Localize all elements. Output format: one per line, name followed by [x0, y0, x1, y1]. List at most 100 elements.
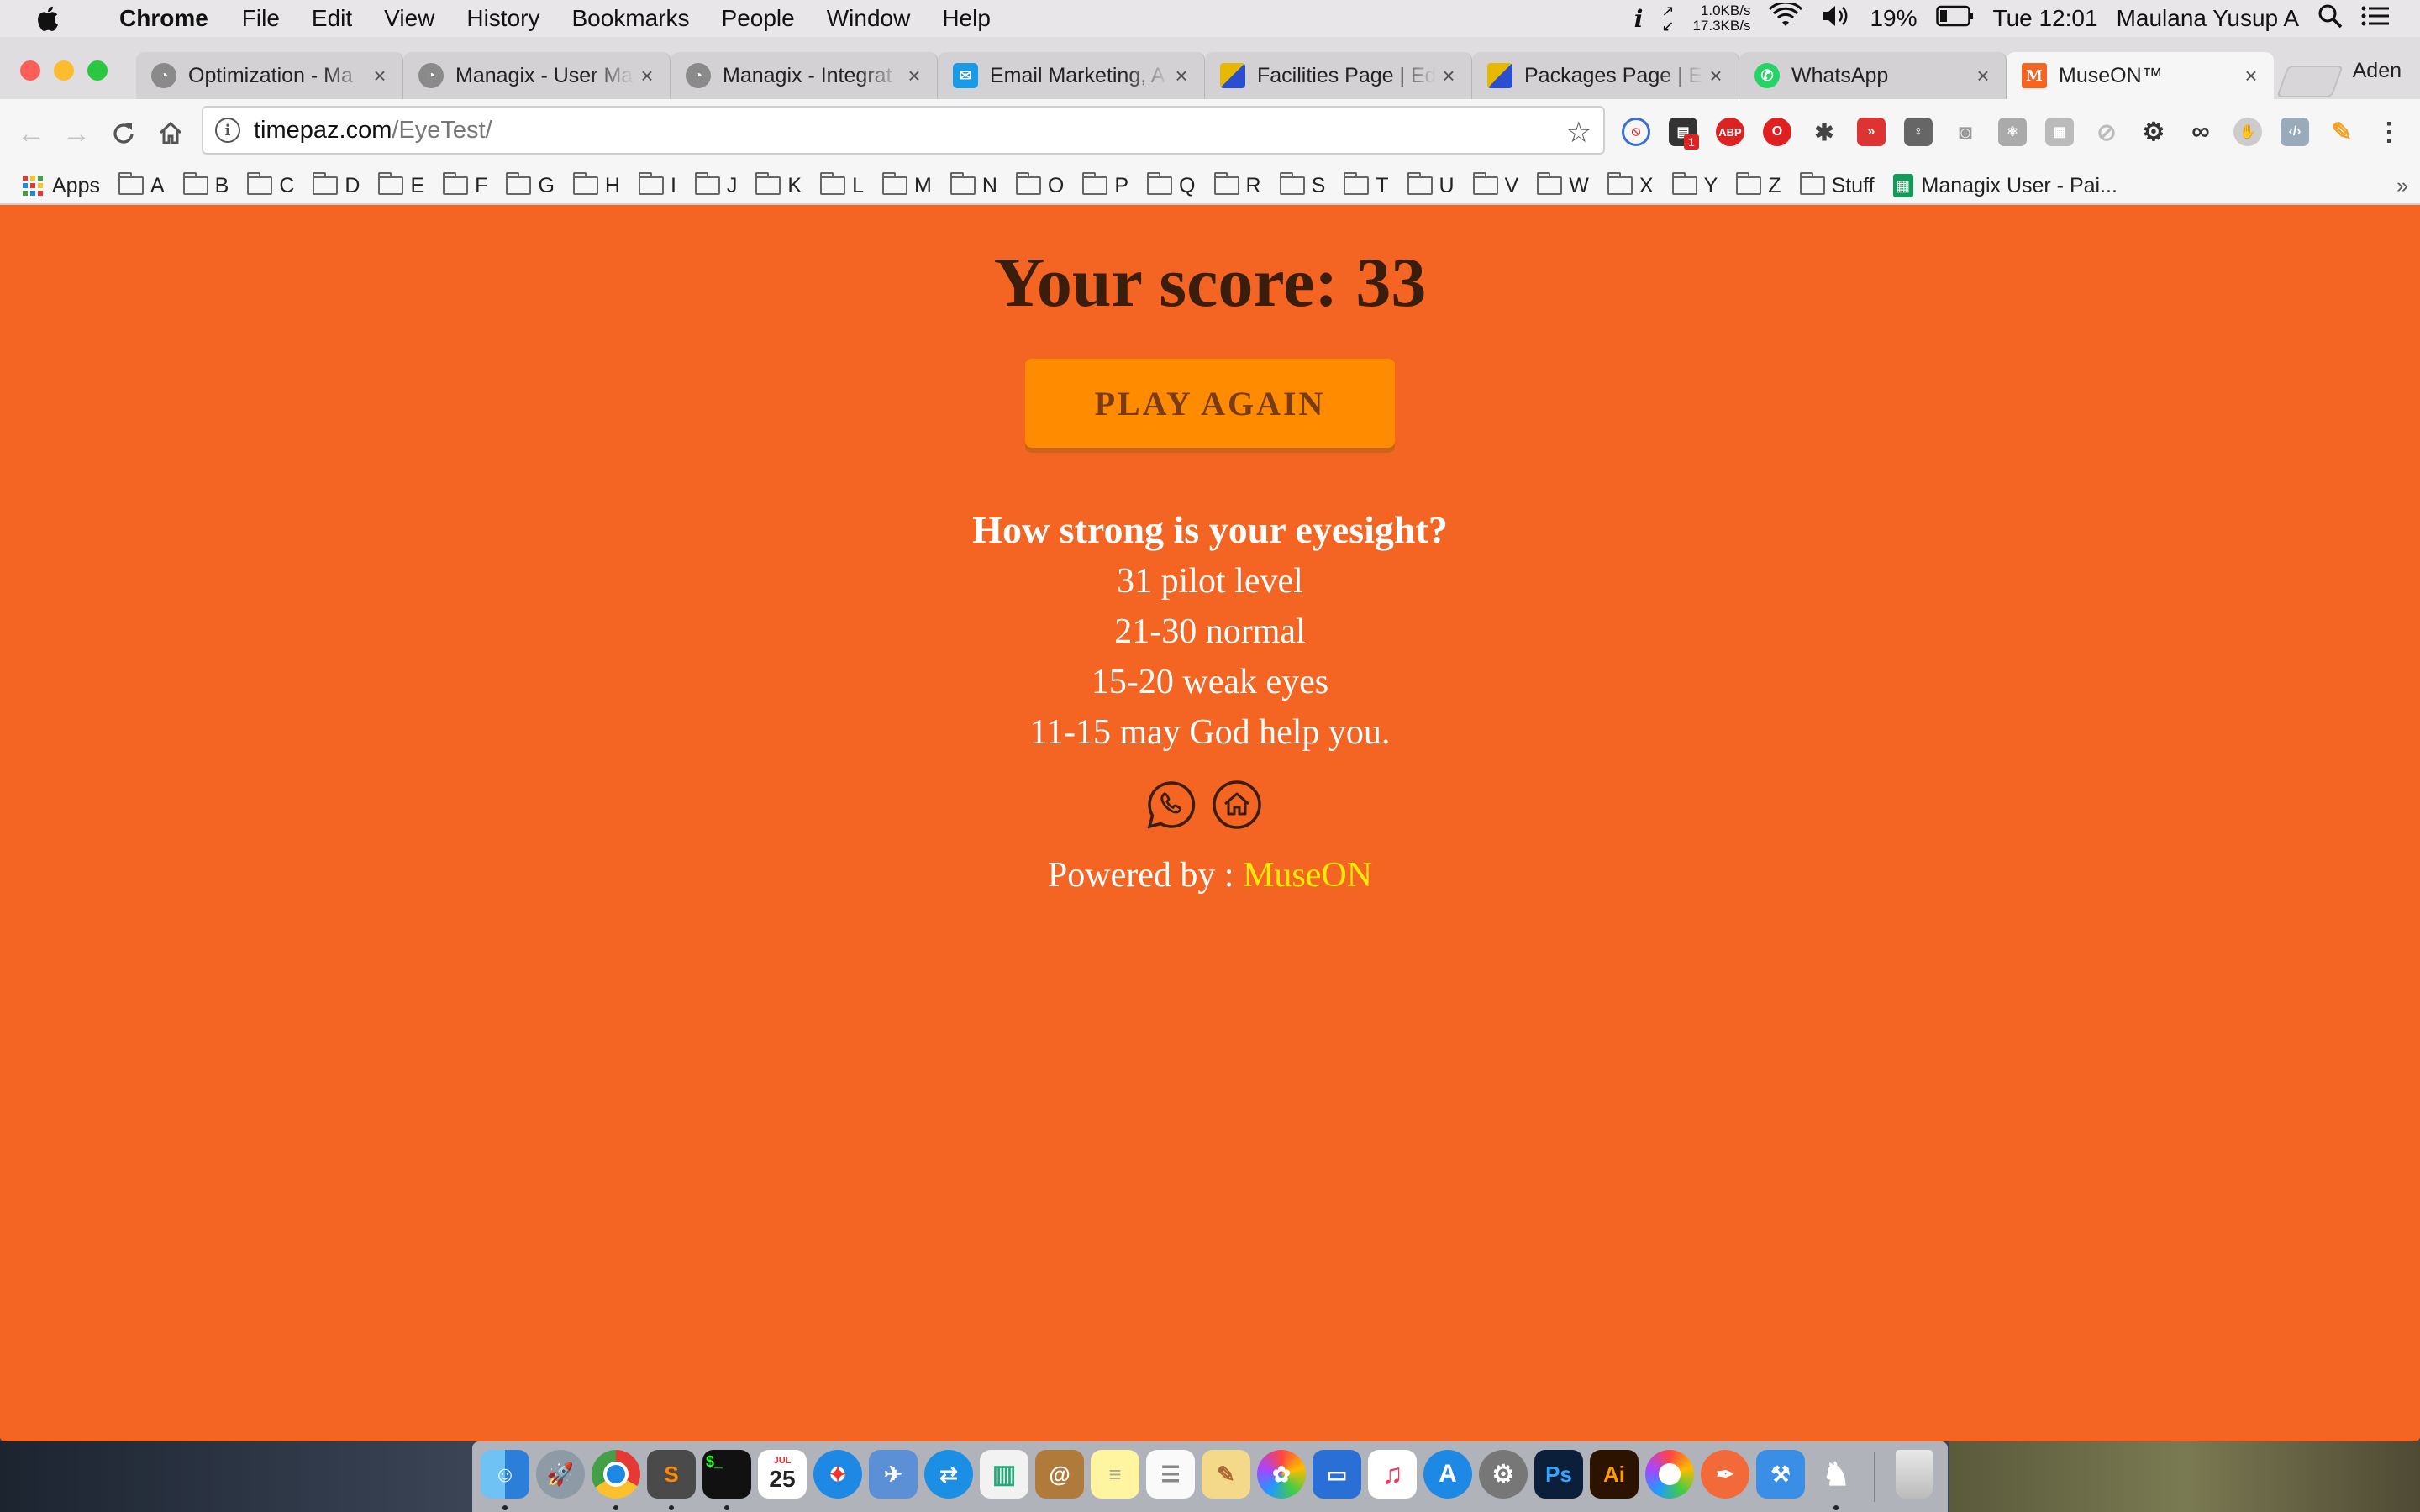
bookmark-folder-c[interactable]: C — [247, 172, 294, 198]
illustrator-icon[interactable]: Ai — [1590, 1450, 1639, 1499]
keynote-icon[interactable]: ▭ — [1313, 1450, 1361, 1499]
teamviewer-icon[interactable]: ⇄ — [924, 1450, 973, 1499]
clock[interactable]: Tue 12:01 — [1993, 5, 2098, 32]
bookmark-folder-s[interactable]: S — [1279, 172, 1325, 198]
new-tab-button[interactable] — [2276, 66, 2344, 97]
opera-extension-icon[interactable]: O — [1763, 118, 1791, 146]
site-info-icon[interactable]: i — [215, 118, 240, 143]
tab-close-icon[interactable]: × — [1703, 63, 1728, 89]
home-link-icon[interactable] — [1212, 780, 1262, 830]
bookmark-folder-v[interactable]: V — [1472, 172, 1518, 198]
apple-menu-icon[interactable] — [30, 2, 64, 35]
menu-people[interactable]: People — [722, 5, 795, 32]
block-extension-icon[interactable]: ⦸ — [1622, 118, 1650, 146]
address-bar[interactable]: i timepaz.com/EyeTest/ ☆ — [202, 106, 1605, 155]
camera-extension-icon[interactable]: ◙ — [1951, 118, 1980, 146]
bookmark-folder-t[interactable]: T — [1344, 172, 1389, 198]
tab-close-icon[interactable]: × — [634, 63, 660, 89]
battery-icon[interactable] — [1935, 5, 1975, 33]
bookmark-folder-p[interactable]: P — [1082, 172, 1128, 198]
window-minimize-button[interactable] — [54, 60, 74, 81]
bookmark-star-icon[interactable]: ☆ — [1566, 116, 1591, 150]
calendar-icon[interactable]: JUL 25 — [758, 1450, 807, 1499]
tab-managix-user[interactable]: ◔ Managix - User Ma × — [403, 52, 671, 99]
notes-icon[interactable]: ≡ — [1091, 1450, 1139, 1499]
tab-close-icon[interactable]: × — [1970, 63, 1996, 89]
spotlight-search-icon[interactable] — [2317, 3, 2343, 34]
tab-close-icon[interactable]: × — [902, 63, 927, 89]
launchpad-icon[interactable]: 🚀 — [536, 1450, 585, 1499]
reminders-icon[interactable]: ☰ — [1146, 1450, 1195, 1499]
bookmark-folder-n[interactable]: N — [950, 172, 997, 198]
menu-help[interactable]: Help — [942, 5, 991, 32]
tab-whatsapp[interactable]: ✆ WhatsApp × — [1739, 52, 2007, 99]
forward-icon[interactable]: → — [59, 116, 94, 151]
tab-museon[interactable]: M MuseON™ × — [2007, 52, 2274, 99]
bookmark-folder-h[interactable]: H — [572, 172, 620, 198]
code-extension-icon[interactable]: ‹/› — [2281, 118, 2309, 146]
preview-icon[interactable]: ✈ — [869, 1450, 918, 1499]
trash-icon[interactable] — [1896, 1450, 1933, 1499]
chrome-menu-icon[interactable]: ⋮ — [2375, 118, 2403, 146]
fast-forward-extension-icon[interactable]: » — [1857, 118, 1886, 146]
volume-icon[interactable] — [1821, 3, 1851, 34]
gear-extension-icon[interactable]: ⚙ — [2139, 118, 2168, 146]
menu-view[interactable]: View — [384, 5, 434, 32]
link-extension-icon[interactable]: ⊘ — [2092, 118, 2121, 146]
menu-history[interactable]: History — [466, 5, 539, 32]
tooth-app-icon[interactable]: ♞ — [1812, 1450, 1860, 1499]
finder-icon[interactable]: ☺ — [481, 1450, 529, 1499]
bookmark-folder-stuff[interactable]: Stuff — [1799, 172, 1875, 198]
info-icon[interactable]: i — [1634, 5, 1644, 33]
menu-file[interactable]: File — [242, 5, 280, 32]
bookmark-folder-i[interactable]: I — [638, 172, 676, 198]
terminal-icon[interactable]: $_ — [702, 1450, 751, 1499]
map-extension-icon[interactable]: ▦ — [2045, 118, 2074, 146]
sublime-text-icon[interactable]: S — [647, 1450, 696, 1499]
tab-optimization[interactable]: ◔ Optimization - Ma × — [136, 52, 403, 99]
tab-close-icon[interactable]: × — [2238, 63, 2264, 89]
battery-percent[interactable]: 19% — [1870, 5, 1917, 32]
color-picker-icon[interactable] — [1645, 1450, 1694, 1499]
wifi-icon[interactable] — [1769, 1, 1803, 34]
user-name[interactable]: Maulana Yusup A — [2117, 5, 2299, 32]
profile-button[interactable]: Aden — [2353, 59, 2402, 83]
bookmark-folder-f[interactable]: F — [443, 172, 487, 198]
bookmark-folder-w[interactable]: W — [1537, 172, 1589, 198]
bookmark-folder-z[interactable]: Z — [1736, 172, 1781, 198]
bookmark-folder-m[interactable]: M — [882, 172, 932, 198]
safari-icon[interactable]: ✦ — [813, 1450, 862, 1499]
adblock-plus-icon[interactable]: ABP — [1716, 118, 1744, 146]
bookmark-apps[interactable]: Apps — [22, 174, 100, 198]
tab-packages-page[interactable]: Packages Page | E × — [1472, 52, 1739, 99]
whatsapp-share-icon[interactable] — [1146, 780, 1197, 830]
home-icon[interactable] — [153, 116, 188, 151]
tab-close-icon[interactable]: × — [1436, 63, 1461, 89]
tab-close-icon[interactable]: × — [1169, 63, 1194, 89]
numbers-icon[interactable]: ▥ — [980, 1450, 1028, 1499]
pages-icon[interactable]: ✎ — [1202, 1450, 1250, 1499]
menu-bookmarks[interactable]: Bookmarks — [571, 5, 689, 32]
system-preferences-icon[interactable]: ⚙ — [1479, 1450, 1528, 1499]
bookmark-folder-d[interactable]: D — [313, 172, 360, 198]
bookmark-folder-o[interactable]: O — [1015, 172, 1064, 198]
bug-extension-icon[interactable]: ✱ — [1810, 118, 1839, 146]
bookmark-folder-l[interactable]: L — [820, 172, 864, 198]
bookmark-folder-j[interactable]: J — [694, 172, 737, 198]
photoshop-icon[interactable]: Ps — [1534, 1450, 1583, 1499]
reload-icon[interactable] — [106, 116, 141, 151]
bookmark-folder-q[interactable]: Q — [1147, 172, 1196, 198]
bookmark-folder-r[interactable]: R — [1213, 172, 1261, 198]
menu-app-name[interactable]: Chrome — [119, 5, 208, 32]
bookmark-folder-u[interactable]: U — [1407, 172, 1455, 198]
hand-extension-icon[interactable]: ✋ — [2233, 118, 2262, 146]
chrome-icon[interactable] — [592, 1450, 640, 1499]
xcode-icon[interactable]: ⚒ — [1756, 1450, 1805, 1499]
contacts-icon[interactable]: @ — [1035, 1450, 1084, 1499]
tab-facilities-page[interactable]: Facilities Page | Ed × — [1205, 52, 1472, 99]
photos-icon[interactable]: ✿ — [1257, 1450, 1306, 1499]
app-store-icon[interactable]: A — [1423, 1450, 1472, 1499]
window-close-button[interactable] — [20, 60, 40, 81]
pencil-extension-icon[interactable]: ✎ — [2328, 118, 2356, 146]
tab-email-marketing[interactable]: ✉ Email Marketing, A × — [938, 52, 1205, 99]
